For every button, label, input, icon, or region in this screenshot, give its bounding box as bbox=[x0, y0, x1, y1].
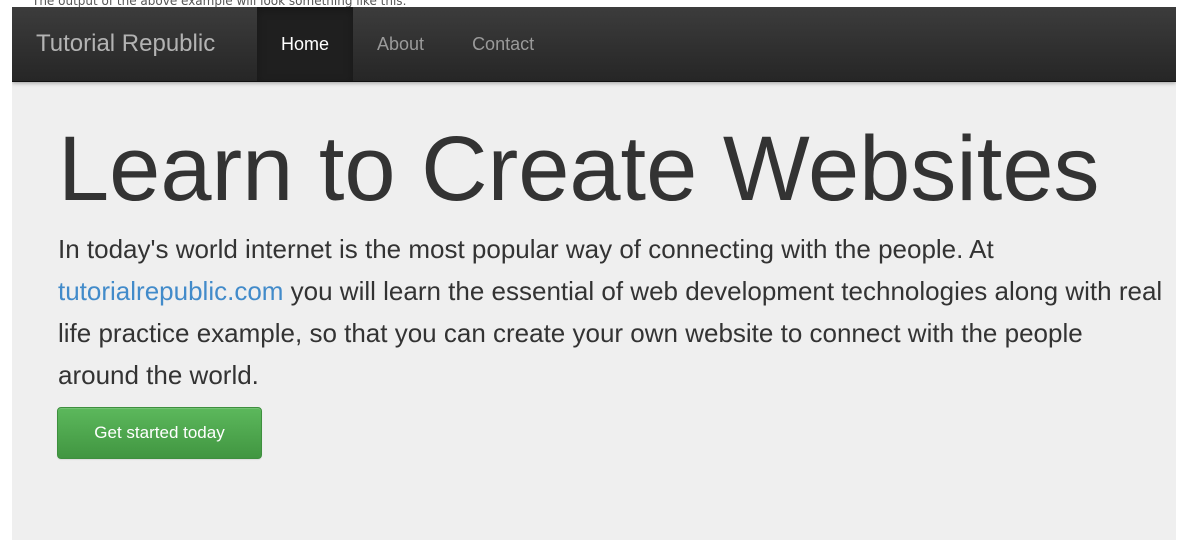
tutorialrepublic-link[interactable]: tutorialrepublic.com bbox=[58, 276, 283, 306]
jumbotron-title: Learn to Create Websites bbox=[58, 118, 1100, 220]
nav-item-home[interactable]: Home bbox=[257, 7, 354, 81]
navbar-menu: Home About Contact bbox=[257, 7, 558, 81]
navbar-brand[interactable]: Tutorial Republic bbox=[36, 7, 215, 81]
nav-item-about[interactable]: About bbox=[353, 7, 448, 81]
lead-text-start: In today's world internet is the most po… bbox=[58, 234, 994, 264]
get-started-button[interactable]: Get started today bbox=[57, 407, 262, 459]
jumbotron-lead: In today's world internet is the most po… bbox=[58, 228, 1168, 396]
browser-output-frame: Tutorial Republic Home About Contact Lea… bbox=[12, 7, 1176, 540]
nav-item-contact[interactable]: Contact bbox=[448, 7, 558, 81]
navbar: Tutorial Republic Home About Contact bbox=[12, 7, 1176, 82]
